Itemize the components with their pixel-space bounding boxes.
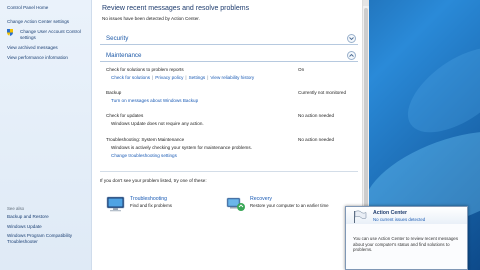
see-also-heading: See also [7,206,25,211]
troubleshooting-maintenance-label: Troubleshooting: System Maintenance [106,137,185,142]
sidebar-link-change-action-center-settings[interactable]: Change Action Center settings [7,19,89,25]
privacy-policy-link[interactable]: Privacy policy [155,75,183,80]
security-section-title: Security [106,35,129,42]
check-solutions-label: Check for solutions to problem reports [106,67,184,72]
security-section-header[interactable]: Security [100,33,358,45]
recovery-tool[interactable]: Recovery Restore your computer to an ear… [226,196,356,218]
troubleshooting-maintenance-status: No action needed [298,137,335,142]
backup-label: Backup [106,90,122,95]
turn-on-backup-messages-link[interactable]: Turn on messages about Windows Backup [111,98,198,103]
page-title: Review recent messages and resolve probl… [102,5,250,12]
check-solutions-status: On [298,67,305,72]
notification-header: Action Center No current issues detected [346,207,467,224]
check-for-updates-label: Check for updates [106,113,144,118]
check-solutions-links: Check for solutions | Privacy policy | Setti… [111,75,254,80]
page-subtitle: No issues have been detected by Action C… [102,16,200,21]
troubleshooting-title[interactable]: Troubleshooting [130,196,167,202]
main-panel: Review recent messages and resolve probl… [92,0,369,270]
settings-link[interactable]: Settings [189,75,206,80]
recovery-title[interactable]: Recovery [250,196,272,202]
action-center-notification[interactable]: Action Center No current issues detected… [345,206,468,270]
backup-status: Currently not monitored [298,90,347,95]
maintenance-section-header[interactable]: Maintenance [100,50,358,62]
troubleshooting-description: Find and fix problems [130,203,172,208]
scroll-up-arrow-icon[interactable] [363,0,369,6]
check-for-updates-note: Windows Update does not require any acti… [111,121,204,126]
uac-shield-icon [7,29,13,36]
action-center-flag-icon [353,210,367,223]
notification-subtitle: No current issues detected [373,217,426,222]
expand-chevron-icon[interactable] [347,34,356,43]
sidebar-link-control-panel-home[interactable]: Control Panel Home [7,5,89,11]
troubleshooting-monitor-icon [106,196,126,212]
sidebar-link-view-performance-information[interactable]: View performance information [7,55,89,61]
wallpaper-swoosh [393,31,480,149]
maintenance-section-title: Maintenance [106,52,142,59]
notification-title[interactable]: Action Center [373,210,407,216]
section-divider [100,171,358,172]
troubleshooting-tool[interactable]: Troubleshooting Find and fix problems [106,196,218,218]
view-reliability-history-link[interactable]: View reliability history [210,75,254,80]
notification-body: You can use Action Center to review rece… [353,236,459,253]
collapse-chevron-icon[interactable] [347,51,356,60]
see-also-link-backup-and-restore[interactable]: Backup and Restore [7,214,89,220]
troubleshooting-maintenance-note: Windows is actively checking your system… [111,145,252,150]
sidebar-link-change-uac-settings[interactable]: Change User Account Control settings [20,29,90,40]
scroll-thumb[interactable] [364,8,368,238]
help-prompt: If you don't see your problem listed, tr… [100,178,207,183]
sidebar: Control Panel Home Change Action Center … [0,0,92,270]
recovery-computer-icon [226,196,246,212]
see-also-link-program-compatibility-troubleshooter[interactable]: Windows Program Compatibility Troublesho… [7,233,89,244]
check-for-solutions-link[interactable]: Check for solutions [111,75,150,80]
action-center-window: Control Panel Home Change Action Center … [0,0,369,270]
recovery-description: Restore your computer to an earlier time [250,203,329,208]
sidebar-link-view-archived-messages[interactable]: View archived messages [7,45,89,51]
check-for-updates-status: No action needed [298,113,335,118]
see-also-link-windows-update[interactable]: Windows Update [7,224,89,230]
change-troubleshooting-settings-link[interactable]: Change troubleshooting settings [111,153,177,158]
